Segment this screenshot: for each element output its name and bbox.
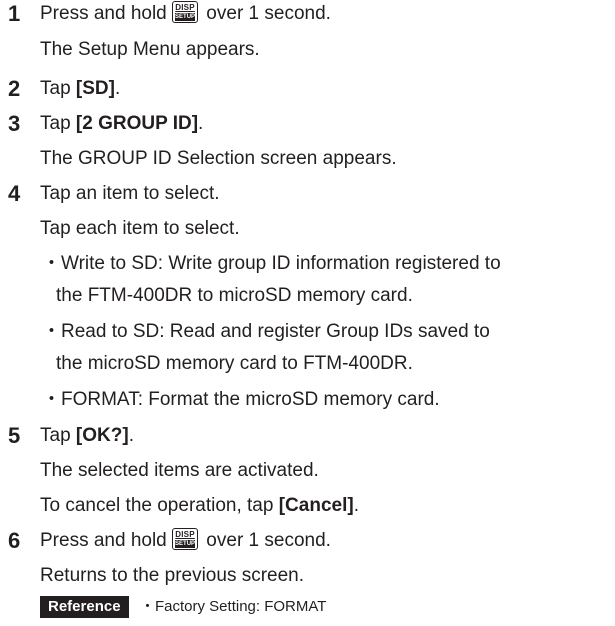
step-4-line: Tap an item to select.: [40, 183, 220, 204]
step-5-result: The selected items are activated.: [40, 460, 319, 481]
step-text: Tap: [40, 113, 76, 134]
step-6-result: Returns to the previous screen.: [40, 565, 305, 586]
step-bold-text: [Cancel]: [278, 495, 354, 516]
step-text: Tap: [40, 425, 76, 446]
step-text: .: [114, 78, 121, 99]
step-2-line: Tap [SD].: [40, 75, 120, 103]
step-number: 2: [8, 76, 21, 101]
step-text: over 1 second.: [201, 3, 331, 24]
step-5-line: Tap [OK?].: [40, 422, 134, 450]
step-4-sub: Tap each item to select.: [40, 218, 240, 239]
step-text: Press and hold: [40, 530, 167, 551]
key-top-label: DISP: [175, 2, 195, 12]
step-text: .: [198, 113, 204, 134]
step-text: .: [353, 495, 359, 516]
step-bold-text: [2 GROUP ID]: [75, 113, 199, 134]
step-number: 4: [8, 181, 21, 206]
step-text: over 1 second.: [201, 530, 331, 551]
step-6-line: Press and hold DISP SETUP over 1 second.: [40, 527, 331, 555]
bullet-item: ・Read to SD: Read and register Group IDs…: [42, 321, 490, 342]
step-number: 6: [8, 528, 21, 553]
step-bold-text: [OK?]: [75, 425, 129, 446]
step-text: Press and hold: [40, 3, 167, 24]
step-1-line: Press and hold DISP SETUP over 1 second.: [40, 0, 331, 28]
bullet-item-cont: the FTM-400DR to microSD memory card.: [56, 285, 413, 306]
bullet-item-cont: the microSD memory card to FTM-400DR.: [56, 353, 413, 374]
step-text: Tap: [40, 78, 76, 99]
reference-text: ・Factory Setting: FORMAT: [140, 598, 327, 615]
step-number: 1: [8, 1, 21, 26]
bullet-item: ・Write to SD: Write group ID information…: [42, 253, 501, 274]
disp-setup-key-icon: DISP SETUP: [172, 0, 199, 23]
step-text: .: [128, 425, 134, 446]
step-1-result: The Setup Menu appears.: [40, 39, 260, 60]
step-bold-text: [SD]: [75, 78, 115, 99]
step-3-line: Tap [2 GROUP ID].: [40, 110, 203, 138]
reference-badge: Reference: [40, 596, 129, 618]
bullet-item: ・FORMAT: Format the microSD memory card.: [42, 389, 440, 410]
step-3-result: The GROUP ID Selection screen appears.: [40, 148, 397, 169]
step-number: 3: [8, 111, 21, 136]
key-top-label: DISP: [175, 529, 195, 539]
key-bottom-label: SETUP: [175, 539, 196, 548]
step-text: To cancel the operation, tap: [40, 495, 279, 516]
key-bottom-label: SETUP: [175, 12, 196, 21]
step-5-cancel: To cancel the operation, tap [Cancel].: [40, 492, 359, 520]
disp-setup-key-icon: DISP SETUP: [172, 527, 199, 550]
step-number: 5: [8, 423, 21, 448]
